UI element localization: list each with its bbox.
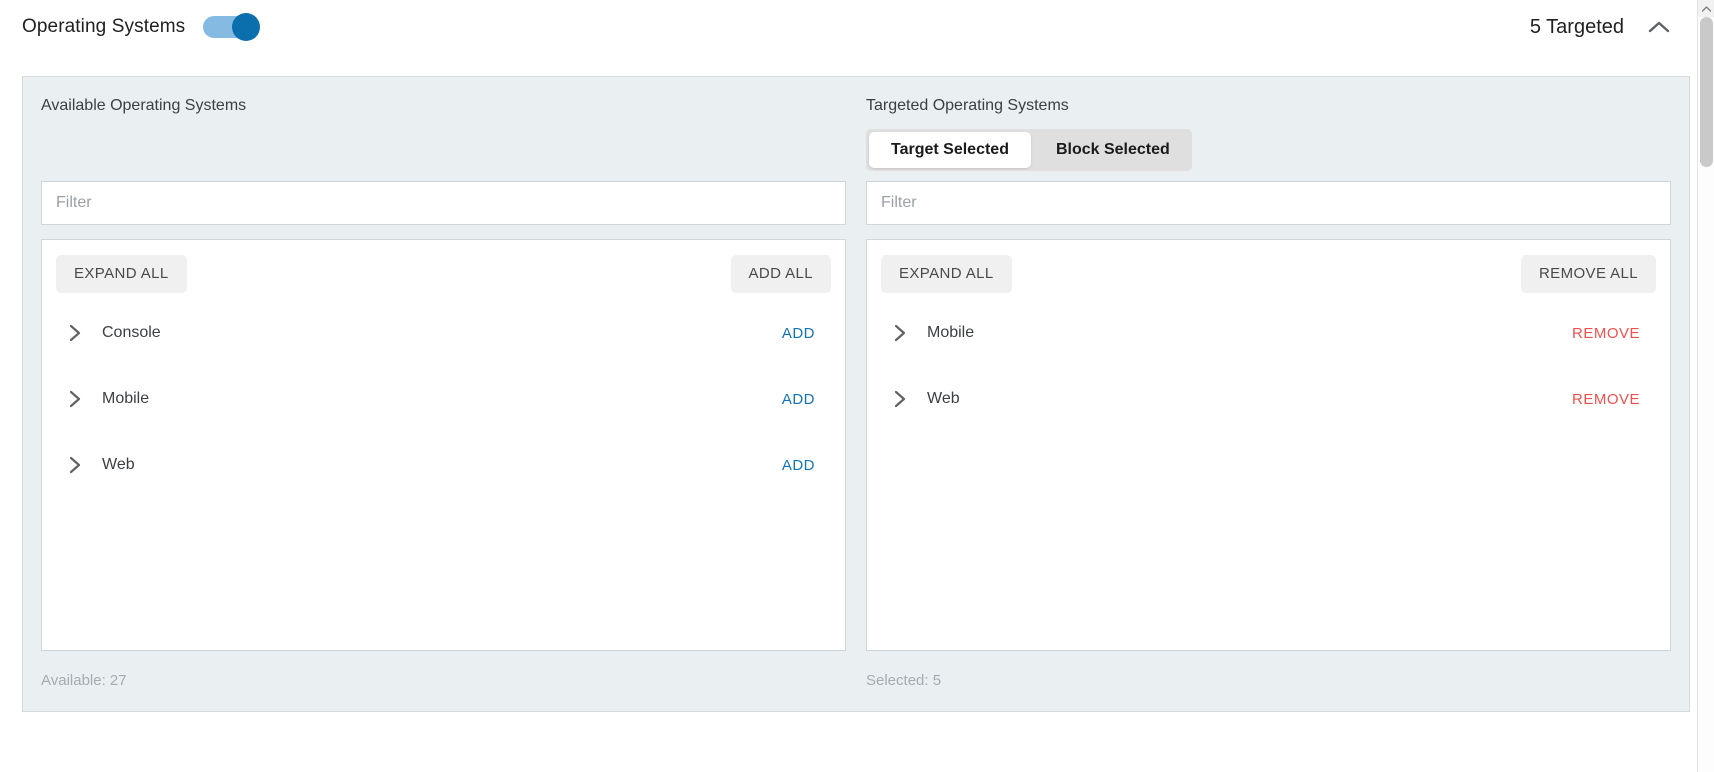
tab-target-selected[interactable]: Target Selected — [869, 132, 1031, 168]
list-item-label: Mobile — [927, 324, 1572, 342]
targeted-list-rows: Mobile REMOVE Web REMOVE — [867, 296, 1670, 432]
chevron-right-icon[interactable] — [64, 454, 86, 476]
targeted-column: Targeted Operating Systems Target Select… — [856, 77, 1689, 711]
targeted-count-footer: Selected: 5 — [866, 672, 941, 689]
toggle-knob — [232, 13, 260, 41]
remove-link[interactable]: REMOVE — [1572, 325, 1656, 342]
remove-all-button[interactable]: REMOVE ALL — [1521, 255, 1656, 293]
targeted-filter-input[interactable] — [866, 181, 1671, 225]
targeted-list-panel: EXPAND ALL REMOVE ALL Mobile REMOVE — [866, 239, 1671, 651]
tab-block-selected[interactable]: Block Selected — [1034, 129, 1192, 171]
add-link[interactable]: ADD — [782, 391, 831, 408]
page-title: Operating Systems — [22, 16, 185, 38]
available-list-rows: Console ADD Mobile ADD — [42, 296, 845, 498]
chevron-up-icon[interactable] — [1646, 14, 1672, 40]
available-column: Available Operating Systems EXPAND ALL A… — [23, 77, 856, 711]
available-heading: Available Operating Systems — [41, 95, 846, 117]
chevron-right-icon[interactable] — [64, 322, 86, 344]
available-filter-input[interactable] — [41, 181, 846, 225]
available-list-toolbar: EXPAND ALL ADD ALL — [42, 240, 845, 296]
add-link[interactable]: ADD — [782, 457, 831, 474]
operating-systems-targeting-panel: Operating Systems 5 Targeted Available O… — [0, 0, 1714, 772]
targeted-head-block: Targeted Operating Systems Target Select… — [866, 95, 1671, 181]
targeted-heading: Targeted Operating Systems — [866, 95, 1671, 117]
list-item[interactable]: Console ADD — [42, 300, 845, 366]
targeted-list-toolbar: EXPAND ALL REMOVE ALL — [867, 240, 1670, 296]
section-header: Operating Systems 5 Targeted — [0, 0, 1690, 54]
chevron-right-icon[interactable] — [64, 388, 86, 410]
vertical-scrollbar[interactable] — [1697, 0, 1714, 772]
list-item-label: Console — [102, 324, 782, 342]
list-item-label: Web — [102, 456, 782, 474]
list-item[interactable]: Mobile ADD — [42, 366, 845, 432]
list-item[interactable]: Web REMOVE — [867, 366, 1670, 432]
list-item-label: Web — [927, 390, 1572, 408]
list-item[interactable]: Mobile REMOVE — [867, 300, 1670, 366]
available-count-footer: Available: 27 — [41, 672, 127, 689]
add-link[interactable]: ADD — [782, 325, 831, 342]
available-head-block: Available Operating Systems — [41, 95, 846, 181]
available-expand-all-button[interactable]: EXPAND ALL — [56, 255, 187, 293]
dual-list-card: Available Operating Systems EXPAND ALL A… — [22, 76, 1690, 712]
targeted-count-label: 5 Targeted — [1530, 16, 1624, 39]
list-item-label: Mobile — [102, 390, 782, 408]
operating-systems-toggle[interactable] — [203, 16, 257, 38]
chevron-right-icon[interactable] — [889, 322, 911, 344]
available-list-panel: EXPAND ALL ADD ALL Console ADD — [41, 239, 846, 651]
targeted-expand-all-button[interactable]: EXPAND ALL — [881, 255, 1012, 293]
scroll-up-arrow-icon[interactable] — [1698, 0, 1714, 17]
add-all-button[interactable]: ADD ALL — [731, 255, 832, 293]
chevron-right-icon[interactable] — [889, 388, 911, 410]
target-mode-segmented-control: Target Selected Block Selected — [866, 129, 1192, 171]
scrollbar-thumb[interactable] — [1700, 17, 1713, 167]
remove-link[interactable]: REMOVE — [1572, 391, 1656, 408]
list-item[interactable]: Web ADD — [42, 432, 845, 498]
